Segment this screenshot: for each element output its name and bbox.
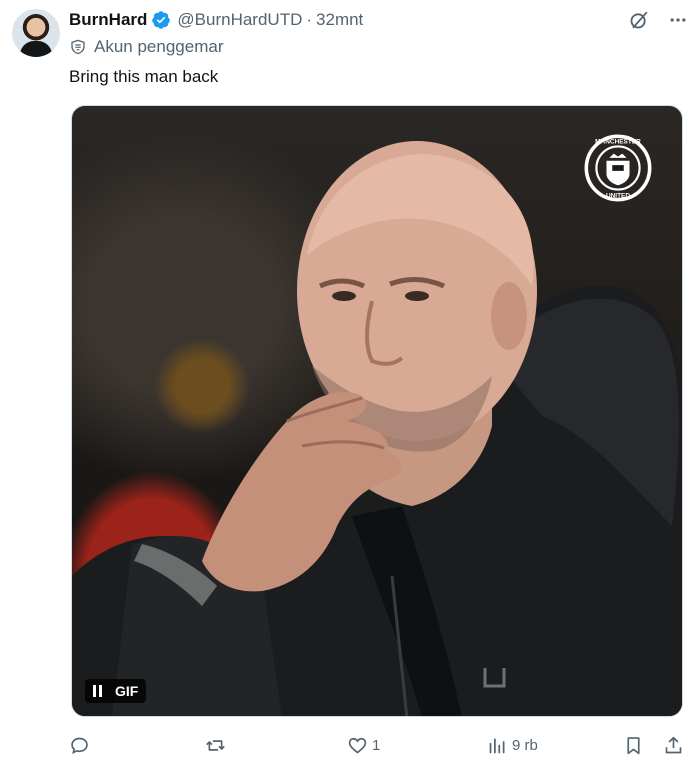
views-count: 9 rb xyxy=(512,736,538,754)
fan-account-label[interactable]: Akun penggemar xyxy=(70,37,223,57)
shield-icon xyxy=(71,39,85,55)
avatar[interactable] xyxy=(12,9,60,57)
like-button[interactable]: 1 xyxy=(347,733,380,757)
tweet-text: Bring this man back xyxy=(69,67,219,86)
crest-bottom-text: UNITED xyxy=(606,193,630,200)
views-icon xyxy=(489,738,505,753)
gif-media[interactable]: MANCHESTER UNITED GIF xyxy=(71,105,683,717)
share-icon xyxy=(665,736,682,753)
reply-button[interactable] xyxy=(69,733,94,757)
club-crest-icon: MANCHESTER UNITED xyxy=(584,134,652,202)
repost-button[interactable] xyxy=(205,733,230,757)
more-icon[interactable] xyxy=(668,10,688,30)
timestamp[interactable]: 32mnt xyxy=(316,10,363,30)
pause-icon[interactable] xyxy=(93,685,105,697)
share-button[interactable] xyxy=(663,733,684,757)
gif-label: GIF xyxy=(115,683,139,699)
verified-icon xyxy=(152,11,171,29)
separator-dot: · xyxy=(306,10,313,29)
repost-icon xyxy=(206,739,225,751)
author-handle[interactable]: @BurnHardUTD xyxy=(177,10,302,30)
tweet-actions: 1 9 rb xyxy=(69,733,689,757)
header-actions xyxy=(628,9,688,31)
like-count: 1 xyxy=(372,736,381,754)
tweet-header: BurnHard @BurnHardUTD · 32mnt xyxy=(69,9,688,31)
fan-account-text: Akun penggemar xyxy=(94,37,224,56)
views-button[interactable]: 9 rb xyxy=(487,733,538,757)
like-icon xyxy=(348,737,367,754)
gif-badge[interactable]: GIF xyxy=(85,679,147,703)
crest-top-text: MANCHESTER xyxy=(595,139,641,146)
bookmark-button[interactable] xyxy=(623,733,644,757)
bookmark-icon xyxy=(627,736,640,754)
author-name[interactable]: BurnHard xyxy=(69,10,147,30)
reply-icon xyxy=(71,737,88,754)
grok-icon[interactable] xyxy=(628,9,650,31)
